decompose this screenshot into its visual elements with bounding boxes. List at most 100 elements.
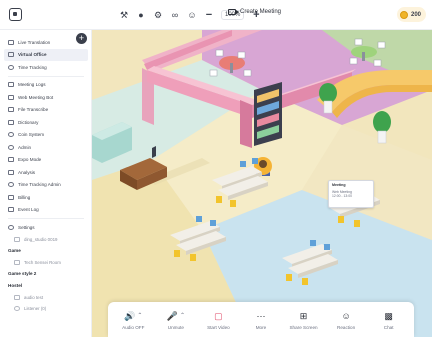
sidebar-item-expo-mode[interactable]: Expo Mode bbox=[0, 154, 91, 167]
coin-balance[interactable]: 200 bbox=[396, 7, 426, 22]
sidebar-item-web-meeting-bot[interactable]: Web Meeting Bot bbox=[0, 91, 91, 104]
room-item-label: audio test bbox=[24, 294, 44, 300]
sidebar-item-event-log[interactable]: Event Log bbox=[0, 204, 91, 217]
clock-admin-icon bbox=[8, 182, 14, 188]
room-item[interactable]: Tech Sensei Room bbox=[0, 257, 91, 268]
listener-item[interactable]: Listener (0) bbox=[0, 303, 91, 314]
link-icon[interactable]: ∞ bbox=[170, 9, 180, 21]
emoji-icon[interactable]: ☺ bbox=[187, 9, 197, 21]
unmute-button[interactable]: 🎤 ⌃ Unmute bbox=[156, 311, 196, 330]
logs-icon bbox=[8, 82, 14, 88]
sidebar-item-analysis[interactable]: Analysis bbox=[0, 166, 91, 179]
more-label: More bbox=[255, 325, 267, 330]
sidebar-item-label: Expo Mode bbox=[18, 157, 42, 163]
share-screen-button[interactable]: ⊞ Share Screen bbox=[284, 311, 324, 330]
chevron-up-icon[interactable]: ⌃ bbox=[180, 311, 185, 322]
hammer-icon[interactable]: ⚒ bbox=[119, 9, 129, 21]
sidebar-item-label: File Transcribe bbox=[18, 107, 49, 113]
chart-icon bbox=[8, 169, 14, 175]
room-icon bbox=[14, 294, 20, 300]
coin-count: 200 bbox=[410, 11, 421, 18]
chair-yellow bbox=[302, 278, 308, 285]
chair-yellow bbox=[216, 196, 222, 203]
sidebar-item-time-tracking[interactable]: Time Tracking bbox=[0, 61, 91, 74]
billing-icon bbox=[8, 194, 14, 200]
file-icon bbox=[8, 107, 14, 113]
reaction-icon: ☺ bbox=[341, 311, 351, 321]
coin-icon bbox=[399, 10, 408, 19]
planter bbox=[323, 100, 333, 114]
sidebar-item-label: Analysis bbox=[18, 169, 36, 175]
sidebar-item-file-transcribe[interactable]: File Transcribe bbox=[0, 104, 91, 117]
top-bar: ⚒ ● ⚙ ∞ ☺ − 100% + Create Meeting 200 bbox=[0, 0, 432, 30]
headphones-icon bbox=[14, 305, 20, 311]
sidebar-item-settings[interactable]: Settings bbox=[0, 221, 91, 234]
settings-sub-item[interactable]: ding_studio 0019 bbox=[0, 234, 91, 245]
more-button[interactable]: ⋯ More bbox=[241, 311, 281, 330]
audio-toggle-button[interactable]: 🔊 ⌃ Audio OFF bbox=[113, 311, 153, 330]
chevron-up-icon[interactable]: ⌃ bbox=[137, 311, 142, 322]
virtual-office-map[interactable]: Meeting Web Meeting 12:00 - 13:00 bbox=[92, 30, 432, 337]
room-item[interactable]: audio test bbox=[0, 292, 91, 303]
reaction-button[interactable]: ☺ Reaction bbox=[326, 311, 366, 330]
sidebar-item-label: Virtual Office bbox=[18, 52, 47, 58]
chair-blue bbox=[240, 161, 246, 167]
chair-blue bbox=[210, 220, 216, 226]
room-group-game[interactable]: Game bbox=[0, 245, 91, 257]
meeting-card-title: Meeting bbox=[332, 183, 346, 187]
chair-blue bbox=[324, 244, 330, 250]
share-screen-icon: ⊞ bbox=[299, 311, 308, 321]
more-icon: ⋯ bbox=[256, 311, 266, 321]
chair bbox=[209, 69, 218, 77]
sidebar-item-meeting-logs[interactable]: Meeting Logs bbox=[0, 79, 91, 92]
sidebar-item-dictionary[interactable]: Dictionary bbox=[0, 116, 91, 129]
bot-icon bbox=[8, 94, 14, 100]
pink-room-pillar bbox=[240, 100, 252, 148]
chat-label: Chat bbox=[383, 325, 394, 330]
sidebar-item-admin[interactable]: Admin bbox=[0, 141, 91, 154]
round-table-leg bbox=[362, 52, 365, 61]
office-icon bbox=[8, 52, 14, 58]
chair-yellow bbox=[338, 216, 344, 223]
room-group-game-style-2[interactable]: Game style 2 bbox=[0, 268, 91, 280]
chair bbox=[373, 59, 382, 67]
call-controls-dock: 🔊 ⌃ Audio OFF 🎤 ⌃ Unmute ▢ Start Video ⋯ M… bbox=[108, 302, 414, 337]
mic-off-icon: 🎤 ⌃ bbox=[166, 311, 185, 322]
start-video-button[interactable]: ▢ Start Video bbox=[198, 311, 238, 330]
book-icon bbox=[8, 119, 14, 125]
start-video-label: Start Video bbox=[207, 325, 230, 330]
chair-yellow bbox=[190, 254, 196, 261]
sidebar: + Live Translation Virtual Office Time T… bbox=[0, 30, 92, 337]
chat-button[interactable]: ▩ Chat bbox=[369, 311, 409, 330]
create-meeting-label: Create Meeting bbox=[240, 9, 282, 15]
app-logo-icon[interactable] bbox=[9, 8, 22, 21]
unmute-label: Unmute bbox=[167, 325, 184, 330]
chair bbox=[215, 49, 224, 57]
chair bbox=[237, 51, 246, 59]
zoom-out-button[interactable]: − bbox=[204, 9, 214, 21]
settings-icon[interactable]: ⚙ bbox=[153, 9, 163, 21]
sidebar-item-live-translation[interactable]: Live Translation bbox=[0, 36, 91, 49]
chat-icon: ▩ bbox=[384, 311, 393, 321]
translate-icon bbox=[8, 39, 14, 45]
chair-yellow bbox=[174, 250, 180, 257]
sidebar-item-label: Event Log bbox=[18, 207, 39, 213]
mic-icon[interactable]: ● bbox=[136, 9, 146, 21]
video-off-icon: ▢ bbox=[214, 311, 223, 321]
sidebar-item-label: Coin System bbox=[18, 132, 45, 138]
chair bbox=[377, 41, 386, 49]
sidebar-item-virtual-office[interactable]: Virtual Office bbox=[4, 48, 88, 61]
room-group-hostel[interactable]: Hostel bbox=[0, 280, 91, 292]
create-meeting-button[interactable]: Create Meeting bbox=[228, 9, 281, 15]
clock-icon bbox=[8, 64, 14, 70]
plant bbox=[373, 111, 391, 133]
sidebar-item-label: Billing bbox=[18, 194, 31, 200]
sidebar-item-time-tracking-admin[interactable]: Time Tracking Admin bbox=[0, 179, 91, 192]
meeting-card[interactable]: Meeting Web Meeting 12:00 - 13:00 bbox=[328, 180, 374, 208]
sidebar-item-label: Live Translation bbox=[18, 39, 51, 45]
sidebar-item-billing[interactable]: Billing bbox=[0, 191, 91, 204]
sidebar-item-coin-system[interactable]: Coin System bbox=[0, 129, 91, 142]
sidebar-nav: Live Translation Virtual Office Time Tra… bbox=[0, 36, 91, 314]
listener-label: Listener (0) bbox=[24, 305, 47, 311]
chair-yellow bbox=[230, 200, 236, 207]
